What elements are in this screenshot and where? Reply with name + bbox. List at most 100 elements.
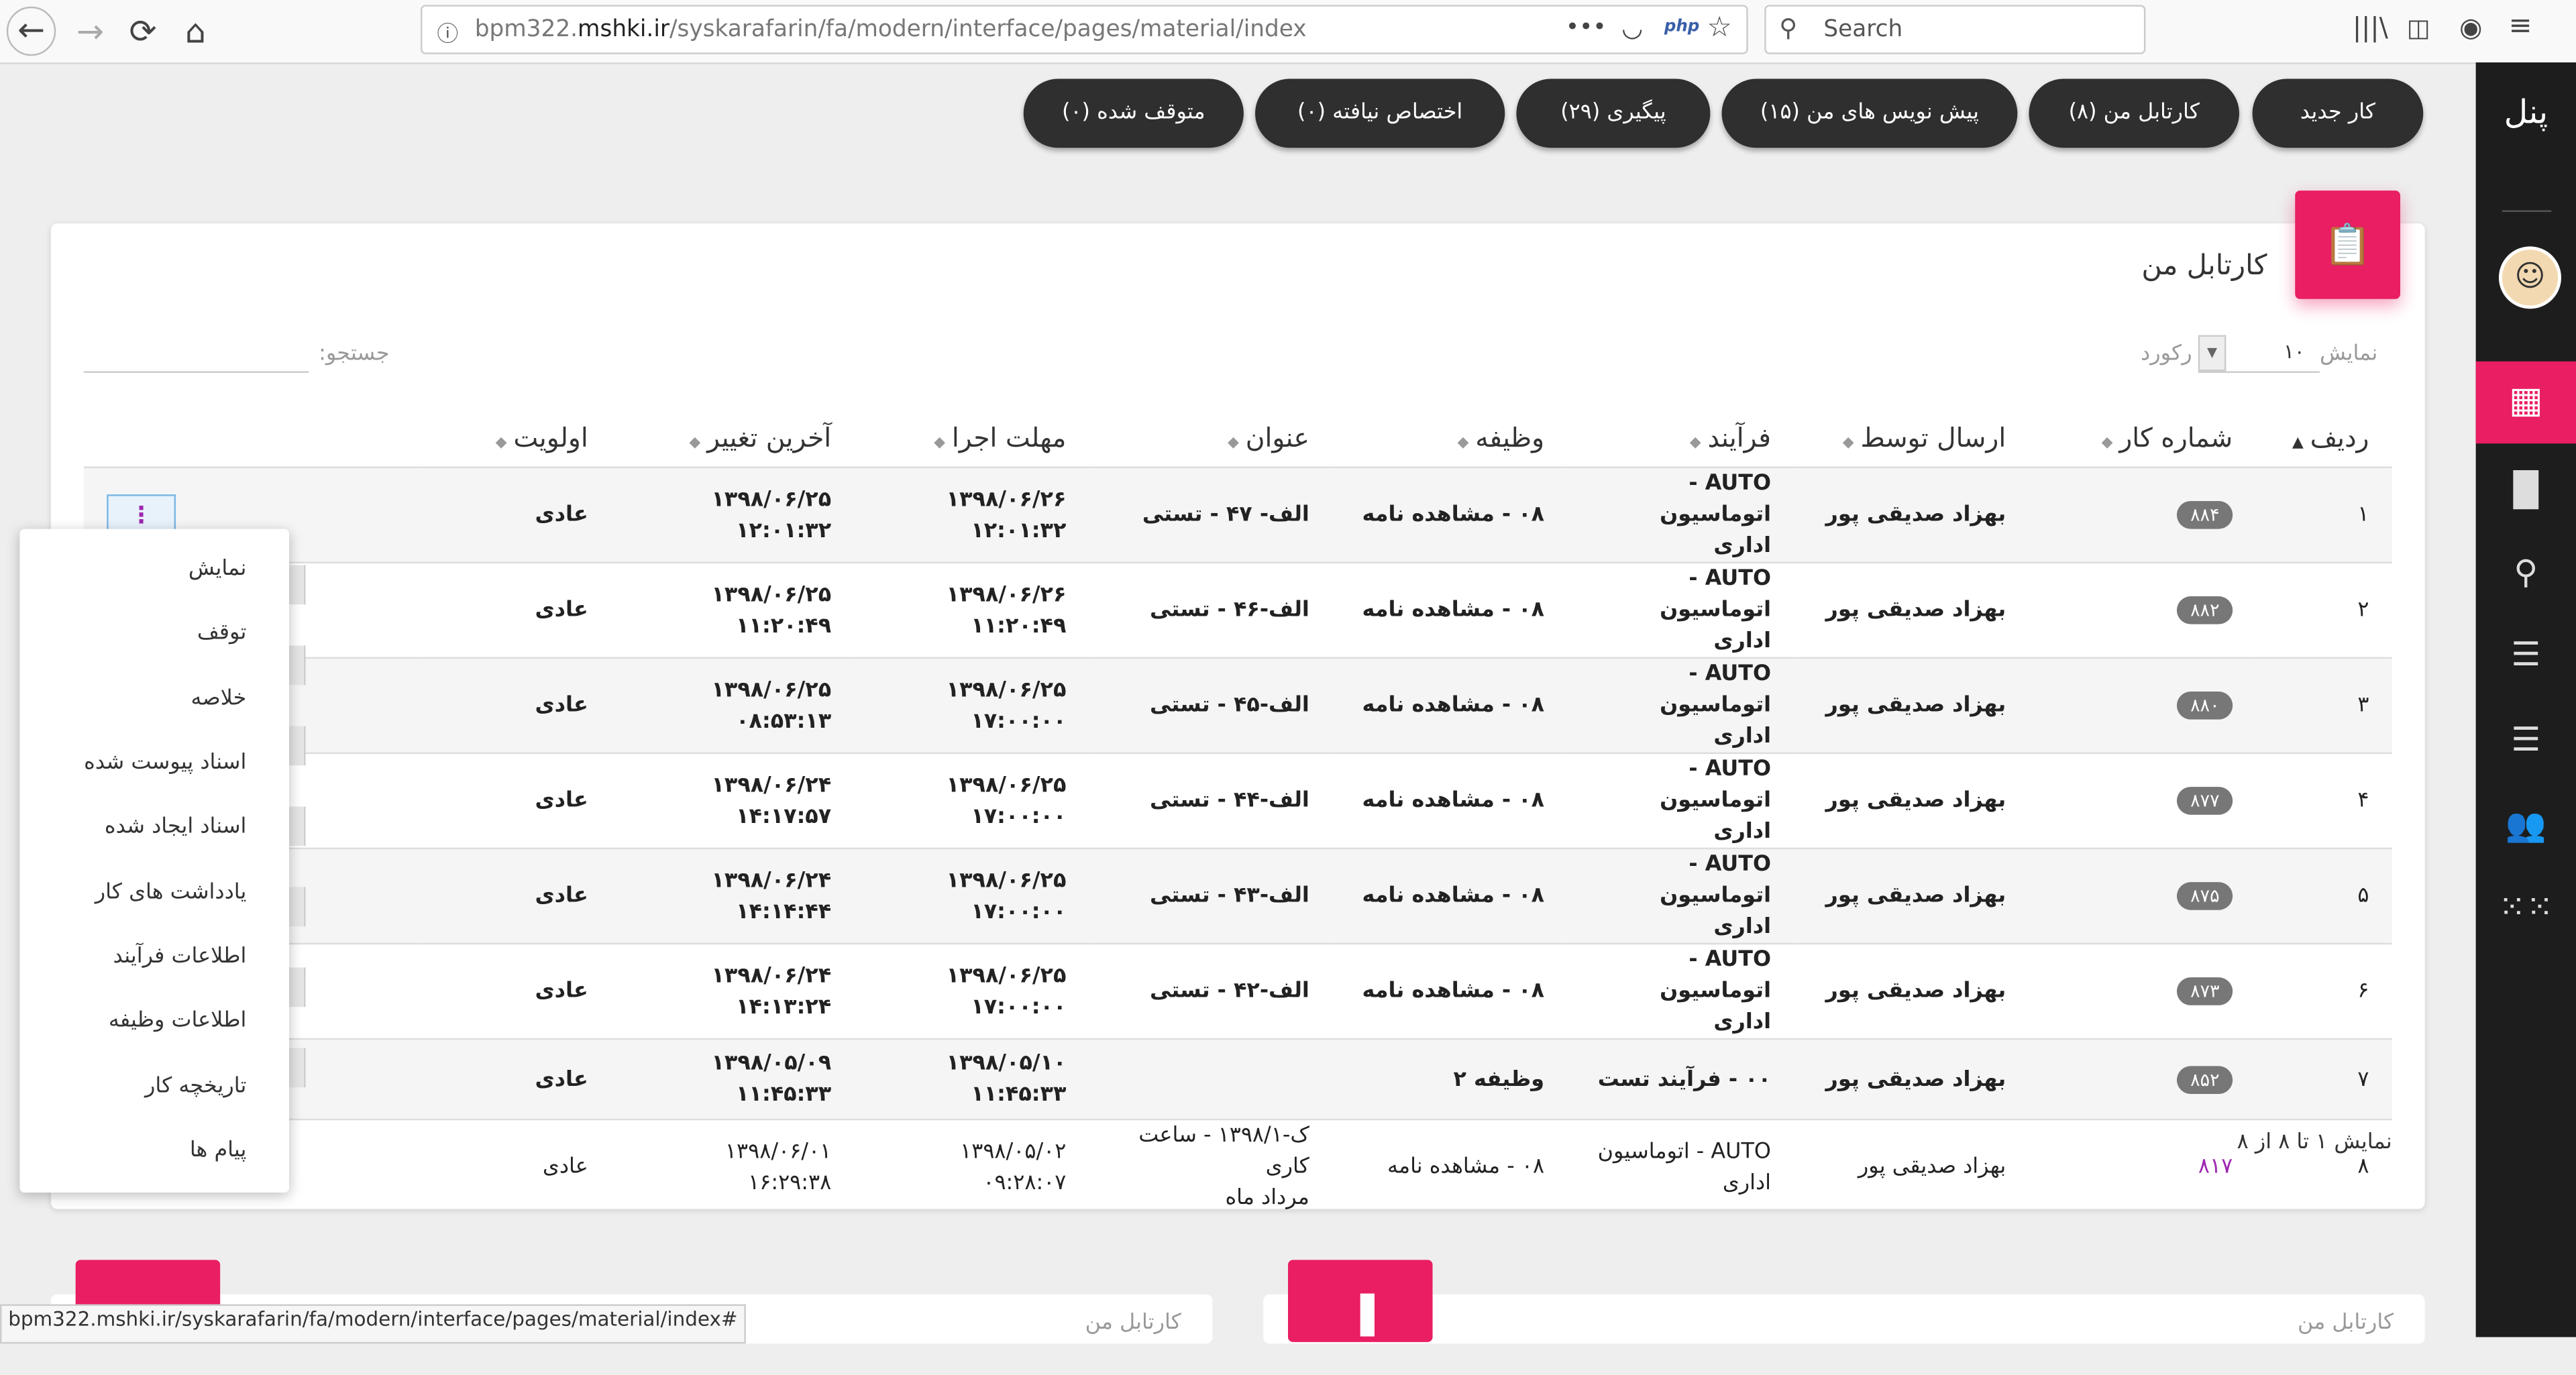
cell-subject xyxy=(1089,1038,1333,1119)
apps-grid-icon[interactable]: ⁙⁙ xyxy=(2476,887,2576,926)
menu-item-attached-docs[interactable]: اسناد پیوست شده xyxy=(84,751,246,775)
dashboard-icon[interactable]: ▦ xyxy=(2475,361,2576,444)
bottom-left-card-title: کارتابل من xyxy=(1085,1311,1181,1336)
library-icon[interactable]: |||\ xyxy=(2353,11,2388,43)
address-bar[interactable]: ⓘ bpm322.mshki.ir/syskarafarin/fa/modern… xyxy=(420,5,1748,54)
menu-item-view[interactable]: نمایش xyxy=(189,557,246,582)
cell-work-no: ۸۸۲ xyxy=(2029,561,2256,658)
table-info: نمایش ۱ تا ۸ از ۸ xyxy=(2237,1130,2392,1155)
info-icon[interactable]: ⓘ xyxy=(437,16,458,48)
due-date: ۱۳۹۸/۰۵/۱۰ xyxy=(946,1051,1067,1077)
col-header-row-no[interactable]: ردیف▲ xyxy=(2255,407,2392,467)
col-header-work-no[interactable]: شماره کار◆ xyxy=(2029,407,2256,467)
menu-item-process-info[interactable]: اطلاعات فرآیند xyxy=(113,944,247,969)
bookmark-star-icon[interactable]: ☆ xyxy=(1707,11,1732,44)
col-header-last-change[interactable]: آخرین تغییر◆ xyxy=(611,407,854,467)
table-row[interactable]: ۵ ۸۷۵ بهزاد صدیقی پور AUTO - اتوماسیون اداری… xyxy=(83,847,2392,944)
row-action-button[interactable] xyxy=(289,1048,306,1088)
menu-item-work-history[interactable]: تاریخچه کار xyxy=(145,1075,246,1099)
clipboard-icon: 📋 xyxy=(2295,190,2400,299)
col-header-task[interactable]: وظیفه◆ xyxy=(1332,407,1567,467)
table-row[interactable]: ۷ ۸۵۲ بهزاد صدیقی پور ۰۰ - فرآیند تست وظیفه … xyxy=(83,1038,2392,1119)
cell-sender: بهزاد صدیقی پور xyxy=(1794,657,2029,753)
cell-sender: بهزاد صدیقی پور xyxy=(1794,1118,2029,1214)
menu-icon[interactable]: ≡ xyxy=(2509,10,2532,43)
due-date: ۱۳۹۸/۰۶/۲۵ xyxy=(946,677,1067,702)
page-size-select[interactable]: ۱۰ ▼ xyxy=(2198,335,2320,373)
list-icon[interactable]: ☰ xyxy=(2476,634,2576,673)
col-header-process[interactable]: فرآیند◆ xyxy=(1567,407,1794,467)
cell-subject: الف-۴۳ - تستی xyxy=(1089,847,1333,944)
cell-subject: الف- ۴۷ - تستی xyxy=(1089,466,1333,563)
table-row[interactable]: ۲ ۸۸۲ بهزاد صدیقی پور AUTO - اتوماسیون اداری… xyxy=(83,561,2392,658)
sidebar-toggle-icon[interactable]: ◫ xyxy=(2407,13,2430,43)
home-icon[interactable]: ⌂ xyxy=(171,7,220,56)
cell-priority: عادی xyxy=(417,1038,612,1119)
col-header-due[interactable]: مهلت اجرا◆ xyxy=(854,407,1089,467)
menu-item-messages[interactable]: پیام ها xyxy=(190,1138,246,1163)
row-action-button[interactable] xyxy=(289,887,306,927)
row-action-button[interactable] xyxy=(289,645,306,685)
back-arrow-icon[interactable]: ← xyxy=(6,6,56,56)
avatar[interactable]: ☺ xyxy=(2498,246,2561,309)
due-date: ۱۳۹۸/۰۵/۰۲ xyxy=(960,1139,1067,1164)
cell-last-change: ۱۳۹۸/۰۶/۲۵ ۱۲:۰۱:۳۲ xyxy=(611,466,855,563)
browser-search-field[interactable]: ⚲ Search xyxy=(1764,5,2146,54)
table-row[interactable]: ۴ ۸۷۷ بهزاد صدیقی پور AUTO - اتوماسیون اداری… xyxy=(83,752,2392,848)
col-header-priority[interactable]: اولویت◆ xyxy=(417,407,611,467)
cell-process: AUTO - اتوماسیون اداری xyxy=(1567,657,1794,753)
table-row[interactable]: ۱ ۸۸۴ بهزاد صدیقی پور AUTO - اتوماسیون اداری… xyxy=(83,466,2392,563)
pocket-icon[interactable]: ◡ xyxy=(1621,13,1643,43)
more-actions-icon[interactable]: ••• xyxy=(1566,15,1607,41)
menu-item-stop[interactable]: توقف xyxy=(197,621,247,646)
table-row[interactable]: ۳ ۸۸۰ بهزاد صدیقی پور AUTO - اتوماسیون اداری… xyxy=(83,657,2392,753)
process-line-1: AUTO - اتوماسیون xyxy=(1660,852,1772,909)
search-label: جستجو: xyxy=(319,341,390,367)
subject-line-1: الف-۴۲ - تستی xyxy=(1149,979,1309,1004)
php-extension-icon[interactable]: php xyxy=(1664,18,1700,36)
my-drafts-button[interactable]: پیش نویس های من (۱۵) xyxy=(1721,78,2018,148)
menu-item-created-docs[interactable]: اسناد ایجاد شده xyxy=(105,815,246,840)
cell-process: AUTO - اتوماسیون اداری xyxy=(1567,942,1794,1039)
account-icon[interactable]: ◉ xyxy=(2459,11,2482,43)
my-cartable-button[interactable]: کارتابل من (۸) xyxy=(2029,78,2239,148)
new-work-button[interactable]: کار جدید xyxy=(2252,78,2424,148)
due-time: ۱۱:۲۰:۴۹ xyxy=(971,613,1067,639)
menu-item-task-info[interactable]: اطلاعات وظیفه xyxy=(109,1009,246,1034)
reload-icon[interactable]: ⟳ xyxy=(118,7,167,56)
search-placeholder: Search xyxy=(1823,16,1903,43)
table-row[interactable]: ۸ ۸۱۷ بهزاد صدیقی پور AUTO - اتوماسیون اداری… xyxy=(83,1118,2392,1214)
followup-button[interactable]: پیگیری (۲۹) xyxy=(1516,78,1711,148)
unassigned-button[interactable]: اختصاص نیافته (۰) xyxy=(1255,78,1505,148)
work-number-link[interactable]: ۸۱۷ xyxy=(2198,1155,2233,1180)
table-search-input[interactable] xyxy=(83,335,309,373)
cell-process: AUTO - اتوماسیون اداری xyxy=(1567,561,1794,658)
stopped-button[interactable]: متوقف شده (۰) xyxy=(1023,78,1244,148)
row-action-button[interactable] xyxy=(289,565,306,605)
menu-item-summary[interactable]: خلاصه xyxy=(191,687,247,712)
work-number-badge: ۸۵۲ xyxy=(2177,1065,2233,1093)
menu-item-work-notes[interactable]: یادداشت های کار xyxy=(95,881,247,905)
cell-due: ۱۳۹۸/۰۵/۱۰ ۱۱:۴۵:۳۳ xyxy=(854,1038,1089,1119)
list-icon-2[interactable]: ☰ xyxy=(2476,720,2576,759)
row-action-button[interactable] xyxy=(289,967,306,1007)
col-header-subject[interactable]: عنوان◆ xyxy=(1089,407,1332,467)
card-title: کارتابل من xyxy=(2141,250,2267,283)
users-icon[interactable]: 👥 xyxy=(2476,805,2576,844)
row-action-button[interactable] xyxy=(289,806,306,846)
due-date: ۱۳۹۸/۰۶/۲۵ xyxy=(946,868,1067,893)
forward-arrow-icon[interactable]: → xyxy=(66,7,115,56)
row-action-button[interactable] xyxy=(289,726,306,766)
chart-icon[interactable]: ▐▌ xyxy=(2476,470,2576,509)
chevron-down-icon[interactable]: ▼ xyxy=(2198,335,2226,372)
search-nav-icon[interactable]: ⚲ xyxy=(2476,552,2576,592)
col-header-sender[interactable]: ارسال توسط◆ xyxy=(1794,407,2029,467)
process-line-2: اداری xyxy=(1722,1170,1772,1195)
cell-task: ۰۸ - مشاهده نامه xyxy=(1332,466,1568,563)
sidebar-divider xyxy=(2502,210,2552,212)
cell-priority: عادی xyxy=(417,561,612,658)
due-time: ۱۱:۴۵:۳۳ xyxy=(971,1082,1067,1107)
table-row[interactable]: ۶ ۸۷۳ بهزاد صدیقی پور AUTO - اتوماسیون اداری… xyxy=(83,942,2392,1039)
cell-row-no: ۲ xyxy=(2255,561,2392,658)
cell-last-change: ۱۳۹۸/۰۶/۲۴ ۱۴:۱۷:۵۷ xyxy=(611,752,855,848)
